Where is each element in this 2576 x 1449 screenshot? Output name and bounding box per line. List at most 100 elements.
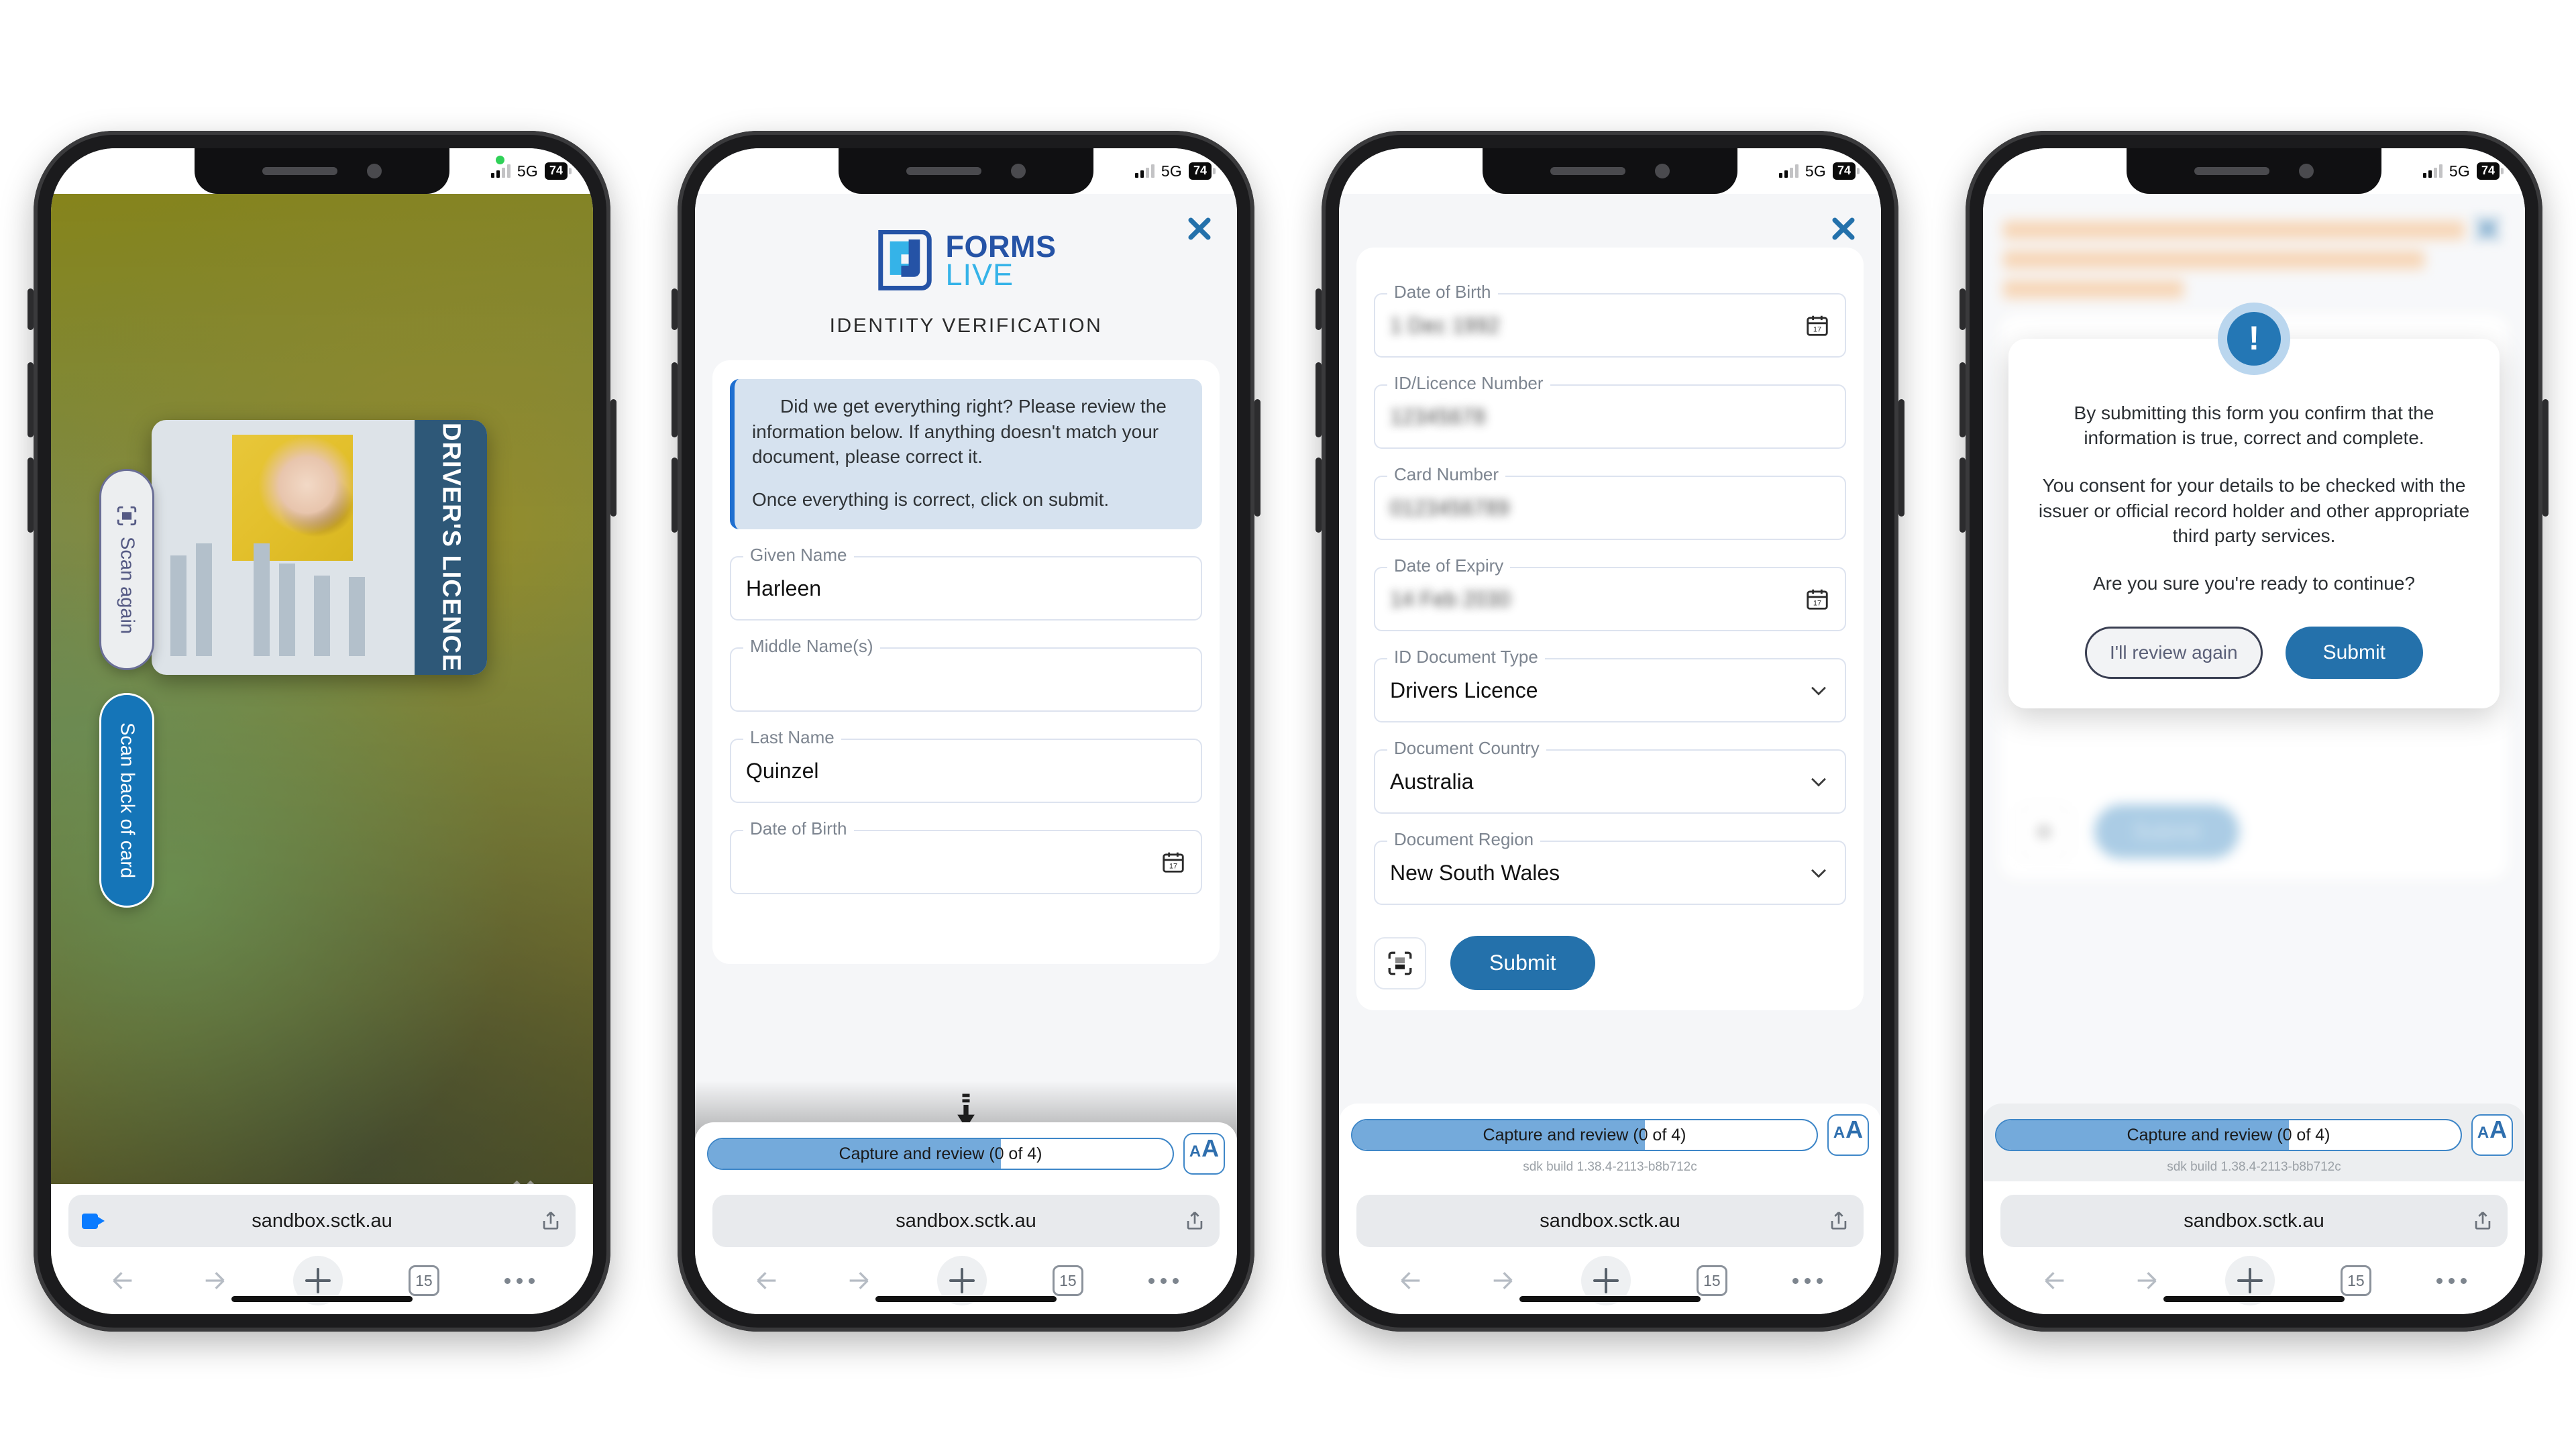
scan-back-of-card-button[interactable]: Scan back of card (99, 693, 154, 908)
close-x-icon (1832, 217, 1855, 240)
forward-button[interactable] (2133, 1267, 2160, 1294)
tab-count-button[interactable]: 15 (2340, 1265, 2371, 1296)
confirm-submit-button[interactable]: Submit (2285, 627, 2423, 680)
sdk-build-label: sdk build 1.38.4-2113-b8b712c (2167, 1160, 2341, 1174)
licence-title-strip: DRIVER'S LICENCE (415, 420, 487, 675)
card-number-field[interactable]: Card Number 0123456789 (1374, 464, 1846, 540)
page-title: IDENTITY VERIFICATION (829, 315, 1103, 337)
id-document-type-field[interactable]: ID Document Type Drivers Licence (1374, 647, 1846, 722)
forms-live-logo-icon (877, 230, 932, 290)
home-indicator[interactable] (2163, 1296, 2345, 1302)
chevron-down-icon[interactable] (1807, 679, 1830, 702)
text-size-button[interactable]: A A (1183, 1133, 1225, 1175)
more-menu-button[interactable] (1792, 1277, 1823, 1284)
svg-text:17: 17 (1813, 600, 1821, 608)
volume-down-button[interactable] (1316, 458, 1322, 533)
document-region-field[interactable]: Document Region New South Wales (1374, 829, 1846, 905)
scan-icon (117, 506, 137, 526)
safari-chrome: sandbox.sctk.au 15 (51, 1184, 593, 1314)
last-name-value: Quinzel (746, 758, 819, 783)
forward-button[interactable] (201, 1267, 228, 1294)
back-button[interactable] (109, 1267, 136, 1294)
progress-label: Capture and review (0 of 4) (839, 1144, 1042, 1163)
more-menu-button[interactable] (2436, 1277, 2467, 1284)
back-button[interactable] (753, 1267, 780, 1294)
mute-switch[interactable] (1960, 288, 1966, 330)
text-size-button[interactable]: A A (2471, 1114, 2513, 1156)
mute-switch[interactable] (28, 288, 34, 330)
chevron-down-icon[interactable] (1807, 770, 1830, 793)
home-indicator[interactable] (231, 1296, 413, 1302)
tab-count-button[interactable]: 15 (1696, 1265, 1727, 1296)
more-menu-button[interactable] (1148, 1277, 1179, 1284)
address-bar[interactable]: sandbox.sctk.au (1356, 1195, 1864, 1247)
id-document-type-value: Drivers Licence (1390, 678, 1538, 702)
date-of-birth-field[interactable]: Date of Birth 17 (730, 818, 1202, 895)
close-icon[interactable] (1829, 214, 1858, 244)
volume-up-button[interactable] (1316, 362, 1322, 437)
volume-up-button[interactable] (672, 362, 678, 437)
power-button[interactable] (610, 399, 616, 517)
calendar-icon[interactable]: 17 (1161, 849, 1186, 875)
licence-placeholder-text (170, 542, 400, 656)
address-bar[interactable]: sandbox.sctk.au (712, 1195, 1220, 1247)
power-button[interactable] (1254, 399, 1260, 517)
back-button[interactable] (2041, 1267, 2068, 1294)
more-menu-button[interactable] (504, 1277, 535, 1284)
capture-progress-bar[interactable]: Capture and review (0 of 4) (1995, 1119, 2462, 1151)
scan-again-button[interactable]: Scan again (99, 469, 154, 670)
middle-name-field[interactable]: Middle Name(s) (730, 636, 1202, 712)
date-of-expiry-field[interactable]: Date of Expiry 14 Feb 2030 17 (1374, 555, 1846, 631)
volume-down-button[interactable] (1960, 458, 1966, 533)
home-indicator[interactable] (875, 1296, 1057, 1302)
mute-switch[interactable] (1316, 288, 1322, 330)
front-camera (367, 164, 382, 178)
last-name-field[interactable]: Last Name Quinzel (730, 727, 1202, 804)
alert-badge: ! (2218, 303, 2290, 375)
volume-up-button[interactable] (1960, 362, 1966, 437)
calendar-icon[interactable]: 17 (1805, 313, 1830, 338)
close-icon[interactable] (1185, 214, 1214, 244)
home-indicator[interactable] (1519, 1296, 1701, 1302)
share-icon[interactable] (1183, 1210, 1206, 1232)
forward-button[interactable] (845, 1267, 872, 1294)
text-size-large-a: A (1845, 1116, 1864, 1143)
review-again-button[interactable]: I'll review again (2085, 627, 2263, 680)
submit-button[interactable]: Submit (1450, 936, 1595, 990)
tab-count-button[interactable]: 15 (1052, 1265, 1083, 1296)
safari-toolbar: 15 (1356, 1247, 1864, 1314)
date-of-birth-value: 1 Dec 1992 (1390, 313, 1500, 337)
forward-button[interactable] (1489, 1267, 1516, 1294)
power-button[interactable] (2542, 399, 2548, 517)
back-button[interactable] (1397, 1267, 1424, 1294)
rescan-document-button[interactable] (1374, 936, 1426, 989)
power-button[interactable] (1898, 399, 1904, 517)
safari-chrome: sandbox.sctk.au 15 (1983, 1184, 2525, 1314)
address-bar[interactable]: sandbox.sctk.au (68, 1195, 576, 1247)
share-icon[interactable] (2471, 1210, 2494, 1232)
card-number-label: Card Number (1387, 464, 1506, 485)
chevron-down-icon[interactable] (1807, 861, 1830, 884)
capture-progress-bar[interactable]: Capture and review (0 of 4) (707, 1138, 1174, 1170)
tab-count-button[interactable]: 15 (408, 1265, 439, 1296)
document-country-field[interactable]: Document Country Australia (1374, 738, 1846, 814)
device-notch (2127, 148, 2381, 194)
mute-switch[interactable] (672, 288, 678, 330)
volume-down-button[interactable] (28, 458, 34, 533)
forward-arrow-icon (205, 1272, 225, 1289)
capture-progress-bar[interactable]: Capture and review (0 of 4) (1351, 1119, 1818, 1151)
text-size-button[interactable]: A A (1827, 1114, 1869, 1156)
share-icon[interactable] (1827, 1210, 1850, 1232)
date-of-birth-field[interactable]: Date of Birth 1 Dec 1992 17 (1374, 282, 1846, 358)
address-bar[interactable]: sandbox.sctk.au (2000, 1195, 2508, 1247)
web-content: Date of Birth 1 Dec 1992 17 ID/Licence N… (1339, 194, 1881, 1181)
phone-1-camera-review: DRIVER'S LICENCE Scan again Scan back of… (28, 131, 616, 1332)
volume-down-button[interactable] (672, 458, 678, 533)
id-licence-number-field[interactable]: ID/Licence Number 12345678 (1374, 373, 1846, 449)
front-camera (1655, 164, 1670, 178)
front-camera (2299, 164, 2314, 178)
volume-up-button[interactable] (28, 362, 34, 437)
share-icon[interactable] (539, 1210, 562, 1232)
given-name-field[interactable]: Given Name Harleen (730, 545, 1202, 621)
calendar-icon[interactable]: 17 (1805, 586, 1830, 612)
